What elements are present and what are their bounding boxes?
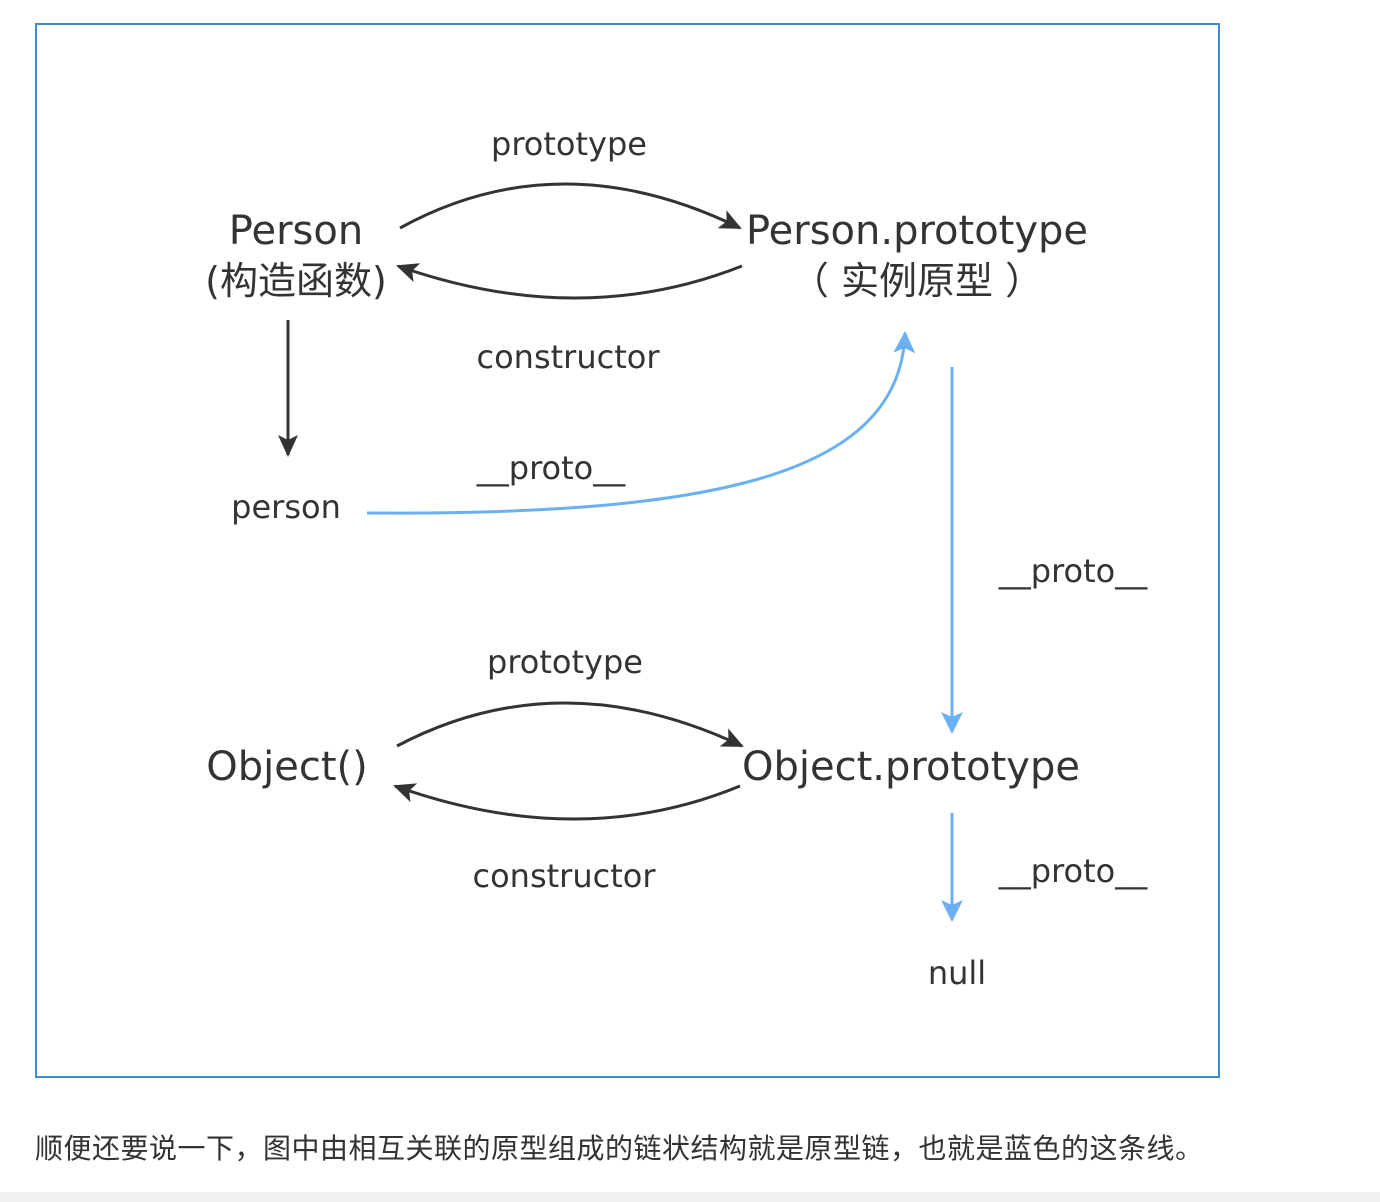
caption-text: 顺便还要说一下，图中由相互关联的原型组成的链状结构就是原型链，也就是蓝色的这条线… — [35, 1132, 1204, 1165]
label-prototype-top: prototype — [491, 125, 647, 163]
label-proto-object-proto: __proto__ — [998, 852, 1148, 890]
bottom-strip — [0, 1192, 1380, 1202]
node-person-prototype: Person.prototype — [746, 208, 1088, 254]
label-proto-person: __proto__ — [476, 449, 626, 487]
node-person-prototype-sub: （ 实例原型 ） — [791, 259, 1043, 303]
label-proto-person-proto: __proto__ — [998, 552, 1148, 590]
label-constructor-top: constructor — [477, 338, 661, 376]
arrow-constructor-top — [396, 263, 743, 300]
prototype-chain-diagram: Person (构造函数) Person.prototype （ 实例原型 ） … — [205, 125, 1148, 992]
label-prototype-bottom: prototype — [487, 643, 643, 681]
node-person-ctor: Person — [229, 208, 363, 254]
arrow-constructor-bottom — [393, 783, 741, 821]
arrow-prototype-top — [399, 182, 742, 230]
label-constructor-bottom: constructor — [473, 857, 657, 895]
node-person-ctor-sub: (构造函数) — [205, 259, 387, 303]
node-object-ctor: Object() — [206, 744, 367, 790]
node-null: null — [928, 954, 986, 992]
arrow-prototype-bottom — [396, 701, 744, 748]
node-object-prototype: Object.prototype — [742, 744, 1080, 790]
node-person-instance: person — [231, 488, 341, 526]
